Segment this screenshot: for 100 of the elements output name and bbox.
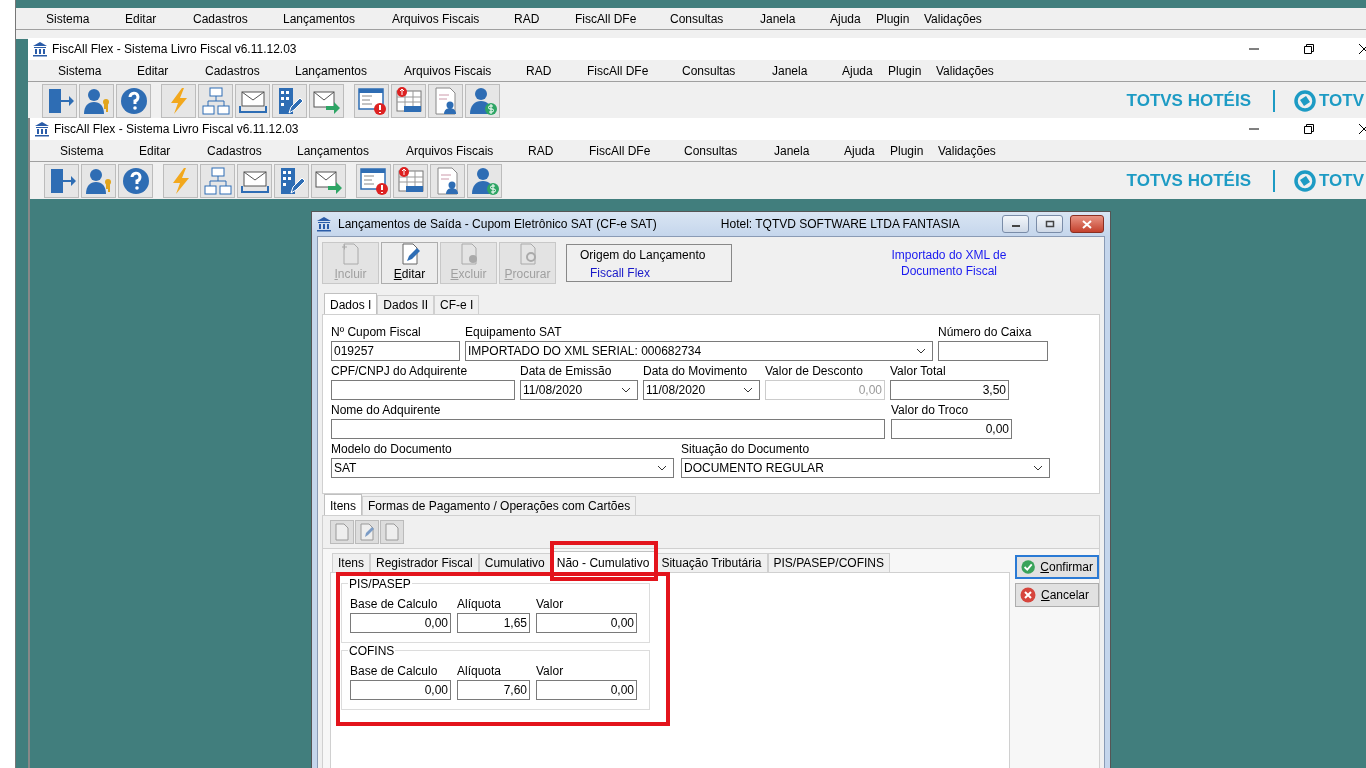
- building-pen-icon[interactable]: [272, 83, 307, 118]
- caret-icon: [916, 348, 926, 354]
- dropdown-field[interactable]: SAT: [331, 458, 674, 478]
- action-button[interactable]: Cancelar: [1015, 583, 1099, 607]
- input-field[interactable]: [331, 419, 885, 439]
- menu-item[interactable]: Validações: [936, 63, 996, 78]
- document-user-icon[interactable]: [428, 83, 463, 118]
- table-upload-icon[interactable]: [391, 83, 426, 118]
- menu-item[interactable]: Consultas: [682, 63, 772, 78]
- caret-icon: [1033, 465, 1043, 471]
- menu-item[interactable]: Ajuda: [842, 63, 888, 78]
- menu-item[interactable]: Cadastros: [207, 143, 297, 158]
- org-chart-icon[interactable]: [200, 163, 235, 198]
- tab[interactable]: Cumulativo: [478, 553, 551, 572]
- envelope-icon[interactable]: [235, 83, 270, 118]
- menu-item[interactable]: Ajuda: [844, 143, 890, 158]
- maximize-button[interactable]: [1036, 215, 1063, 233]
- user-money-icon[interactable]: [467, 163, 502, 198]
- input-field[interactable]: [938, 341, 1048, 361]
- input-field[interactable]: 3,50: [890, 380, 1009, 400]
- minimize-button[interactable]: [1002, 215, 1029, 233]
- input-field[interactable]: 0,00: [350, 613, 451, 633]
- menu-item[interactable]: Validações: [938, 143, 998, 158]
- tab[interactable]: PIS/PASEP/COFINS: [767, 553, 890, 572]
- dropdown-field[interactable]: IMPORTADO DO XML SERIAL: 000682734: [465, 341, 933, 361]
- toolbar-button[interactable]: Editar: [381, 242, 438, 284]
- org-chart-icon[interactable]: [198, 83, 233, 118]
- menu-item[interactable]: FiscAll DFe: [575, 11, 670, 26]
- menu-item[interactable]: FiscAll DFe: [589, 143, 684, 158]
- tab[interactable]: Situação Tributária: [655, 553, 768, 572]
- menu-item[interactable]: Validações: [924, 11, 984, 26]
- restore-icon[interactable]: [1303, 123, 1315, 135]
- menu-item[interactable]: Janela: [772, 63, 842, 78]
- action-button[interactable]: Confirmar: [1015, 555, 1099, 579]
- restore-icon[interactable]: [1303, 43, 1315, 55]
- mail-forward-icon[interactable]: [311, 163, 346, 198]
- tab[interactable]: CF-e I: [434, 295, 480, 314]
- menu-item[interactable]: Consultas: [684, 143, 774, 158]
- close-icon[interactable]: [1358, 123, 1366, 135]
- input-field[interactable]: 0,00: [536, 613, 637, 633]
- menu-item[interactable]: Plugin: [890, 143, 938, 158]
- door-exit-icon[interactable]: [44, 163, 79, 198]
- table-upload-icon[interactable]: [393, 163, 428, 198]
- menu-item[interactable]: Janela: [774, 143, 844, 158]
- menu-item[interactable]: Lançamentos: [295, 63, 404, 78]
- door-exit-icon[interactable]: [42, 83, 77, 118]
- close-icon: [1082, 219, 1092, 229]
- menu-item[interactable]: Plugin: [888, 63, 936, 78]
- tab[interactable]: Dados I: [324, 293, 378, 314]
- tab[interactable]: Registrador Fiscal: [370, 553, 479, 572]
- dropdown-field[interactable]: 11/08/2020: [643, 380, 760, 400]
- dropdown-field[interactable]: DOCUMENTO REGULAR: [681, 458, 1050, 478]
- menu-item[interactable]: Editar: [137, 63, 205, 78]
- close-button[interactable]: [1070, 215, 1104, 233]
- window-alert-icon[interactable]: [356, 163, 391, 198]
- tab[interactable]: Itens: [324, 494, 362, 515]
- menu-item[interactable]: Editar: [139, 143, 207, 158]
- input-field[interactable]: [331, 380, 515, 400]
- menu-item[interactable]: Consultas: [670, 11, 760, 26]
- building-pen-icon[interactable]: [274, 163, 309, 198]
- document-user-icon[interactable]: [430, 163, 465, 198]
- menu-item[interactable]: Sistema: [58, 63, 137, 78]
- menu-item[interactable]: FiscAll DFe: [587, 63, 682, 78]
- dropdown-field[interactable]: 11/08/2020: [520, 380, 638, 400]
- menu-item[interactable]: Arquivos Fiscais: [404, 63, 526, 78]
- menu-item[interactable]: Arquivos Fiscais: [392, 11, 514, 26]
- document-edit-icon[interactable]: [355, 520, 379, 544]
- menu-item[interactable]: Ajuda: [830, 11, 876, 26]
- menu-item[interactable]: RAD: [526, 63, 587, 78]
- menu-item[interactable]: Janela: [760, 11, 830, 26]
- input-field[interactable]: 1,65: [457, 613, 530, 633]
- menu-item[interactable]: RAD: [514, 11, 575, 26]
- input-field[interactable]: 0,00: [350, 680, 451, 700]
- envelope-icon[interactable]: [237, 163, 272, 198]
- tab[interactable]: Formas de Pagamento / Operações com Cartões: [362, 496, 637, 515]
- user-key-icon[interactable]: [81, 163, 116, 198]
- tab[interactable]: Dados II: [377, 295, 435, 314]
- field-label: Valor de Desconto: [765, 364, 864, 378]
- user-key-icon[interactable]: [79, 83, 114, 118]
- menu-item[interactable]: Cadastros: [205, 63, 295, 78]
- tab[interactable]: Itens: [332, 553, 370, 572]
- input-field[interactable]: 019257: [331, 341, 460, 361]
- input-field[interactable]: 7,60: [457, 680, 530, 700]
- menu-item[interactable]: Cadastros: [193, 11, 283, 26]
- menu-item[interactable]: Sistema: [46, 11, 125, 26]
- input-field[interactable]: 0,00: [536, 680, 637, 700]
- menu-item[interactable]: Lançamentos: [297, 143, 406, 158]
- close-icon[interactable]: [1358, 43, 1366, 55]
- window-alert-icon[interactable]: [354, 83, 389, 118]
- mail-forward-icon[interactable]: [309, 83, 344, 118]
- menu-item[interactable]: Lançamentos: [283, 11, 392, 26]
- menu-item[interactable]: Sistema: [60, 143, 139, 158]
- menu-item[interactable]: Editar: [125, 11, 193, 26]
- menu-item[interactable]: RAD: [528, 143, 589, 158]
- help-icon[interactable]: [118, 163, 153, 198]
- user-money-icon[interactable]: [465, 83, 500, 118]
- input-field[interactable]: 0,00: [891, 419, 1012, 439]
- menu-item[interactable]: Arquivos Fiscais: [406, 143, 528, 158]
- menu-item[interactable]: Plugin: [876, 11, 924, 26]
- help-icon[interactable]: [116, 83, 151, 118]
